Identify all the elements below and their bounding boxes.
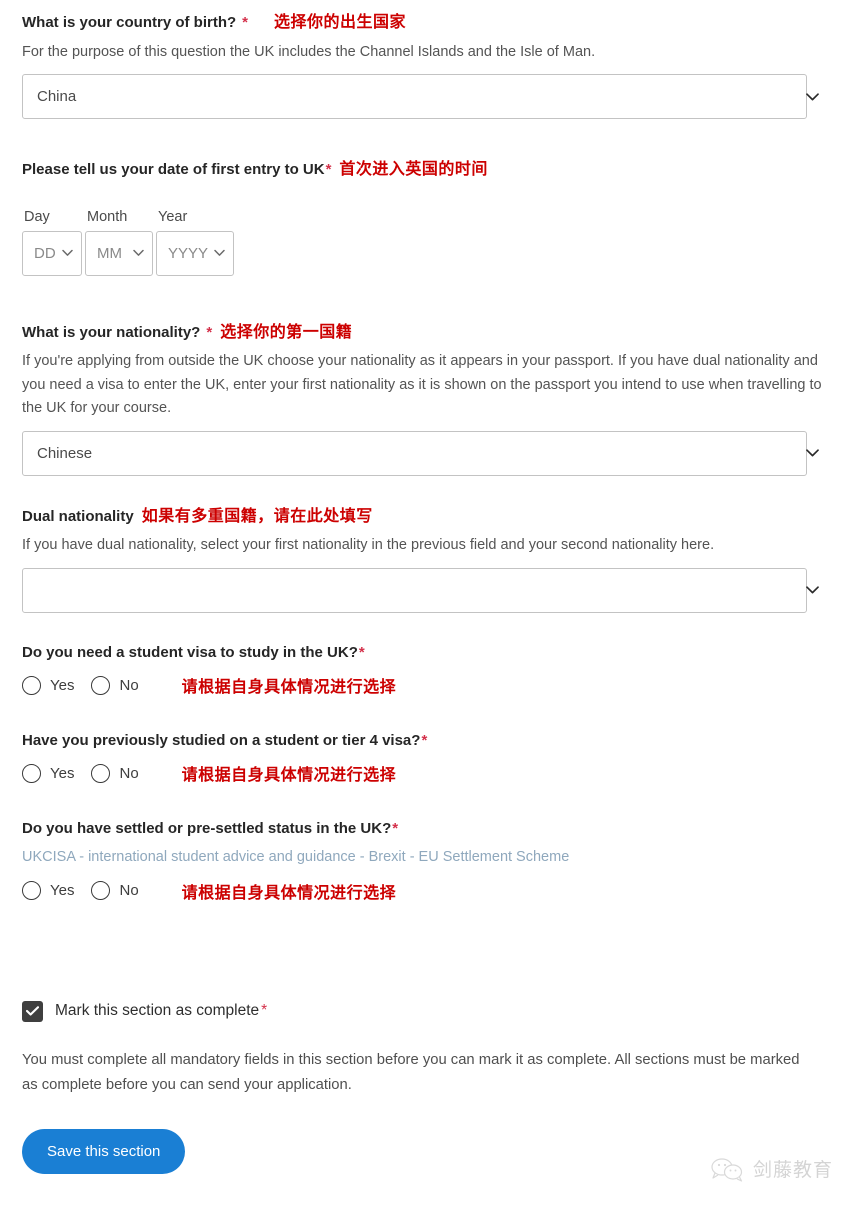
question-settled-status: Do you have settled or pre-settled statu… <box>22 819 833 902</box>
chevron-down-icon <box>806 586 819 594</box>
settled-status-radio-group: Yes No 请根据自身具体情况进行选择 <box>22 879 833 903</box>
save-this-section-button[interactable]: Save this section <box>22 1128 186 1174</box>
dual-nationality-select[interactable] <box>22 567 807 613</box>
required-asterisk: * <box>261 1002 268 1020</box>
required-asterisk: * <box>392 820 399 838</box>
watermark: 剑藤教育 <box>710 1155 833 1182</box>
mark-complete-checkbox[interactable] <box>22 1000 43 1022</box>
nationality-annotation-cn: 选择你的第一国籍 <box>220 323 353 341</box>
month-select[interactable]: MM <box>85 230 153 276</box>
required-asterisk: * <box>206 323 213 341</box>
country-of-birth-annotation-cn: 选择你的出生国家 <box>274 14 407 31</box>
radio-unchecked-icon[interactable] <box>22 675 41 695</box>
first-entry-date-label: Please tell us your date of first entry … <box>22 159 833 181</box>
student-visa-label: Do you need a student visa to study in t… <box>22 643 833 663</box>
previous-visa-radio-group: Yes No 请根据自身具体情况进行选择 <box>22 761 833 785</box>
ukcisa-link[interactable]: UKCISA - international student advice an… <box>22 846 833 869</box>
first-entry-date-group: Day DD Month MM Year YYYY <box>22 209 833 276</box>
settled-status-annotation-cn: 请根据自身具体情况进行选择 <box>181 884 397 902</box>
wechat-logo-icon <box>710 1156 744 1182</box>
radio-unchecked-icon[interactable] <box>22 763 41 783</box>
previous-visa-label: Have you previously studied on a student… <box>22 731 833 751</box>
nationality-label: What is your nationality? * 选择你的第一国籍 <box>22 322 833 344</box>
mark-complete-label: Mark this section as complete * <box>55 1002 267 1020</box>
radio-unchecked-icon[interactable] <box>91 675 111 695</box>
required-asterisk: * <box>325 161 332 179</box>
chevron-down-icon <box>806 449 819 457</box>
dual-nationality-select-wrap[interactable] <box>22 567 833 613</box>
settled-status-label-text: Do you have settled or pre-settled statu… <box>22 820 392 838</box>
country-of-birth-label: What is your country of birth? * 选择你的出生国… <box>22 12 833 34</box>
question-nationality: What is your nationality? * 选择你的第一国籍 If … <box>22 322 833 476</box>
country-of-birth-select-wrap[interactable]: China <box>22 74 833 120</box>
mark-complete-row[interactable]: Mark this section as complete * <box>22 1000 833 1022</box>
settled-status-yes-label: Yes <box>50 882 75 900</box>
radio-unchecked-icon[interactable] <box>91 881 111 901</box>
dual-nationality-annotation-cn: 如果有多重国籍，请在此处填写 <box>141 507 373 525</box>
month-column: Month MM <box>85 209 153 276</box>
chevron-down-icon <box>133 249 144 257</box>
required-asterisk: * <box>421 732 428 750</box>
dual-nationality-hint: If you have dual nationality, select you… <box>22 537 715 554</box>
settled-status-no-label: No <box>119 882 139 900</box>
month-caption: Month <box>87 208 128 225</box>
day-select[interactable]: DD <box>22 230 82 276</box>
question-student-visa: Do you need a student visa to study in t… <box>22 643 833 697</box>
previous-visa-annotation-cn: 请根据自身具体情况进行选择 <box>181 767 397 785</box>
year-value: YYYY <box>168 244 209 262</box>
radio-unchecked-icon[interactable] <box>22 881 41 901</box>
day-column: Day DD <box>22 209 82 276</box>
previous-visa-yes-label: Yes <box>50 764 75 782</box>
nationality-label-text: What is your nationality? <box>22 323 201 341</box>
mark-complete-note: You must complete all mandatory fields i… <box>22 1051 800 1094</box>
application-form-page: What is your country of birth? * 选择你的出生国… <box>0 0 855 1174</box>
question-first-entry-date: Please tell us your date of first entry … <box>22 159 833 276</box>
year-select[interactable]: YYYY <box>156 230 234 276</box>
student-visa-label-text: Do you need a student visa to study in t… <box>22 643 358 661</box>
chevron-down-icon <box>806 92 819 101</box>
question-dual-nationality: Dual nationality 如果有多重国籍，请在此处填写 If you h… <box>22 506 833 613</box>
dual-nationality-label-text: Dual nationality <box>22 507 134 525</box>
nationality-hint: If you're applying from outside the UK c… <box>22 353 822 417</box>
month-value: MM <box>97 244 122 262</box>
previous-visa-option-no[interactable]: No <box>91 763 139 783</box>
settled-status-label: Do you have settled or pre-settled statu… <box>22 819 833 839</box>
student-visa-option-yes[interactable]: Yes <box>22 675 75 695</box>
chevron-down-icon <box>62 249 73 257</box>
year-column: Year YYYY <box>156 209 234 276</box>
student-visa-no-label: No <box>119 676 139 694</box>
country-of-birth-hint: For the purpose of this question the UK … <box>22 43 596 60</box>
day-value: DD <box>34 244 56 262</box>
student-visa-option-no[interactable]: No <box>91 675 139 695</box>
country-of-birth-select[interactable]: China <box>22 74 807 120</box>
first-entry-date-label-text: Please tell us your date of first entry … <box>22 161 325 179</box>
student-visa-radio-group: Yes No 请根据自身具体情况进行选择 <box>22 673 833 697</box>
country-of-birth-label-text: What is your country of birth? <box>22 14 237 31</box>
question-country-of-birth: What is your country of birth? * 选择你的出生国… <box>22 12 833 120</box>
radio-unchecked-icon[interactable] <box>91 763 111 783</box>
nationality-select-wrap[interactable]: Chinese <box>22 430 833 476</box>
settled-status-option-yes[interactable]: Yes <box>22 881 75 901</box>
required-asterisk: * <box>242 14 249 31</box>
dual-nationality-label: Dual nationality 如果有多重国籍，请在此处填写 <box>22 506 833 528</box>
previous-visa-no-label: No <box>119 764 139 782</box>
question-previous-visa: Have you previously studied on a student… <box>22 731 833 785</box>
chevron-down-icon <box>214 249 225 257</box>
check-icon <box>26 1006 39 1016</box>
watermark-text: 剑藤教育 <box>752 1160 833 1181</box>
required-asterisk: * <box>358 643 365 661</box>
previous-visa-label-text: Have you previously studied on a student… <box>22 732 421 750</box>
student-visa-annotation-cn: 请根据自身具体情况进行选择 <box>181 679 397 697</box>
previous-visa-option-yes[interactable]: Yes <box>22 763 75 783</box>
day-caption: Day <box>24 208 50 225</box>
mark-complete-label-text: Mark this section as complete <box>55 1002 260 1020</box>
year-caption: Year <box>158 208 188 225</box>
first-entry-date-annotation-cn: 首次进入英国的时间 <box>339 161 488 179</box>
settled-status-option-no[interactable]: No <box>91 881 139 901</box>
student-visa-yes-label: Yes <box>50 676 75 694</box>
nationality-select[interactable]: Chinese <box>22 430 807 476</box>
